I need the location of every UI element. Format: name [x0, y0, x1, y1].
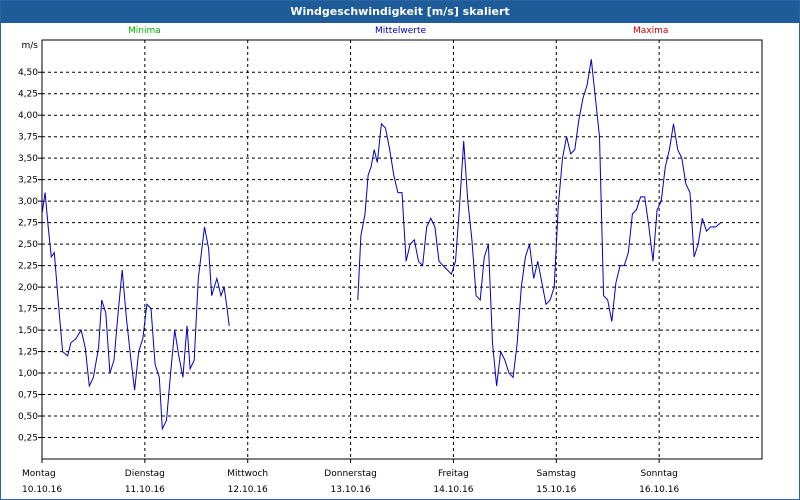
- series-line-mittelwerte: [41, 192, 230, 431]
- y-tick-label: 1,00: [18, 369, 38, 379]
- x-tick-date: 12.10.16: [228, 485, 268, 495]
- y-tick-label: 4,25: [18, 90, 38, 100]
- y-tick-label: 3,50: [18, 154, 38, 164]
- x-tick-day: Sonntag: [640, 469, 677, 479]
- y-tick-label: 2,25: [18, 262, 38, 272]
- y-axis-label: m/s: [22, 41, 39, 51]
- x-tick-date: 14.10.16: [433, 485, 473, 495]
- y-tick-label: 2,50: [18, 240, 38, 250]
- y-tick-label: 1,50: [18, 326, 38, 336]
- x-tick-date: 11.10.16: [125, 485, 165, 495]
- x-tick-day: Samstag: [537, 469, 576, 479]
- y-tick-label: 1,75: [18, 305, 38, 315]
- x-tick-day: Mittwoch: [227, 469, 268, 479]
- y-tick-label: 3,75: [18, 133, 38, 143]
- x-tick-date: 15.10.16: [536, 485, 576, 495]
- y-tick-label: 2,00: [18, 283, 38, 293]
- line-chart: m/s 0,25 0,50 0,75 1,00 1,25 1,50 1,75 2,00 2,25…: [18, 39, 763, 495]
- x-tick-date: 10.10.16: [22, 485, 62, 495]
- x-tick-day: Dienstag: [125, 469, 165, 479]
- x-tick-date: 13.10.16: [331, 485, 371, 495]
- x-tick-day: Donnerstag: [324, 469, 377, 479]
- y-tick-label: 3,25: [18, 176, 38, 186]
- y-tick-label: 4,50: [18, 68, 38, 78]
- y-tick-label: 0,75: [18, 391, 38, 401]
- y-tick-label: 4,00: [18, 111, 38, 121]
- y-tick-label: 1,25: [18, 348, 38, 358]
- y-tick-label: 2,75: [18, 219, 38, 229]
- x-tick-date: 16.10.16: [639, 485, 679, 495]
- x-tick-day: Montag: [22, 469, 56, 479]
- y-tick-label: 0,50: [18, 412, 38, 422]
- x-tick-day: Freitag: [438, 469, 469, 479]
- y-tick-label: 0,25: [18, 434, 38, 444]
- y-tick-label: 3,00: [18, 197, 38, 207]
